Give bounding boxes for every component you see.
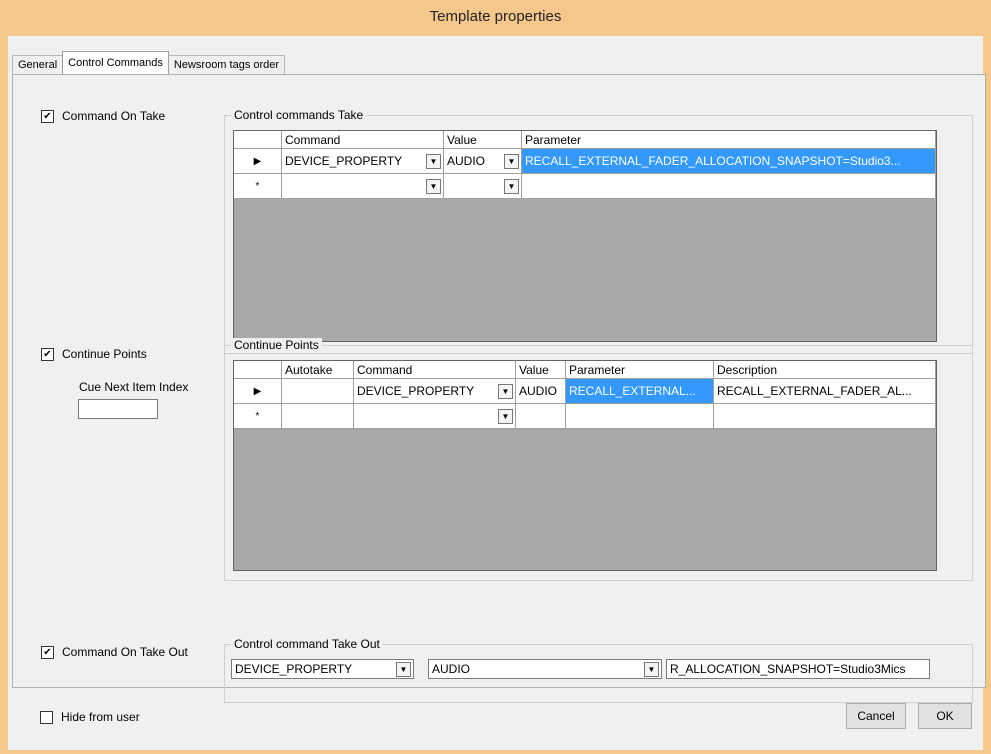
parameter-cell[interactable]	[522, 174, 936, 198]
chevron-down-icon[interactable]: ▼	[426, 153, 441, 169]
hide-from-user-label: Hide from user	[61, 710, 140, 724]
command-cell[interactable]: ▼	[354, 404, 516, 428]
chevron-down-icon[interactable]: ▼	[498, 408, 513, 424]
checkbox-checked-icon: ✔	[41, 347, 54, 361]
grid-header: Autotake Command Value Parameter Descrip…	[234, 361, 936, 379]
cancel-button[interactable]: Cancel	[846, 703, 906, 729]
value-cell[interactable]: ▼	[444, 174, 522, 198]
command-on-take-checkbox[interactable]: ✔ Command On Take	[41, 109, 165, 123]
title-bar[interactable]: Template properties	[0, 0, 991, 37]
window-title: Template properties	[429, 8, 562, 25]
row-header-corner	[234, 131, 282, 148]
command-cell[interactable]: DEVICE_PROPERTY ▼	[282, 149, 444, 173]
checkbox-checked-icon: ✔	[41, 109, 54, 123]
new-row-marker: *	[234, 404, 282, 428]
command-on-take-out-checkbox[interactable]: ✔ Command On Take Out	[41, 645, 188, 659]
parameter-cell[interactable]	[566, 404, 714, 428]
ok-button[interactable]: OK	[918, 703, 972, 729]
table-row[interactable]: ▶ DEVICE_PROPERTY ▼ AUDIO ▼ RECALL_EXTER…	[234, 149, 936, 174]
column-header-value[interactable]: Value	[444, 131, 522, 148]
take-commands-grid[interactable]: Command Value Parameter ▶ DEVICE_PROPERT…	[233, 130, 937, 342]
column-header-autotake[interactable]: Autotake	[282, 361, 354, 378]
column-header-parameter[interactable]: Parameter	[566, 361, 714, 378]
column-header-command[interactable]: Command	[354, 361, 516, 378]
table-row-new[interactable]: * ▼ ▼	[234, 174, 936, 199]
take-out-command-value: DEVICE_PROPERTY	[235, 662, 353, 676]
control-commands-take-group: Control commands Take Command Value Para…	[224, 108, 973, 354]
group-title: Control commands Take	[231, 108, 367, 122]
grid-header: Command Value Parameter	[234, 131, 936, 149]
autotake-cell[interactable]	[282, 379, 354, 403]
cue-next-item-index-input[interactable]	[78, 399, 158, 419]
checkbox-unchecked-icon	[40, 710, 53, 724]
command-cell[interactable]: ▼	[282, 174, 444, 198]
table-row[interactable]: ▶ DEVICE_PROPERTY ▼ AUDIO RECALL_EXTERNA…	[234, 379, 936, 404]
column-header-command[interactable]: Command	[282, 131, 444, 148]
command-on-take-out-label: Command On Take Out	[62, 645, 188, 659]
control-commands-panel: ✔ Command On Take Control commands Take …	[12, 74, 986, 703]
description-cell[interactable]	[714, 404, 936, 428]
window-frame-left	[0, 36, 8, 754]
parameter-cell[interactable]: RECALL_EXTERNAL_FADER_ALLOCATION_SNAPSHO…	[522, 149, 936, 173]
tab-control-commands[interactable]: Control Commands	[62, 51, 169, 74]
command-on-take-label: Command On Take	[62, 109, 166, 123]
chevron-down-icon[interactable]: ▼	[504, 153, 519, 169]
take-out-value-value: AUDIO	[432, 662, 471, 676]
value-cell[interactable]	[516, 404, 566, 428]
continue-points-checkbox[interactable]: ✔ Continue Points	[41, 347, 147, 361]
value-cell[interactable]: AUDIO	[516, 379, 566, 403]
tab-general[interactable]: General	[12, 55, 64, 74]
group-title: Continue Points	[231, 338, 322, 352]
column-header-parameter[interactable]: Parameter	[522, 131, 936, 148]
table-row-new[interactable]: * ▼	[234, 404, 936, 429]
parameter-cell[interactable]: RECALL_EXTERNAL...	[566, 379, 714, 403]
chevron-down-icon[interactable]: ▼	[498, 383, 513, 399]
tab-strip: General Control Commands Newsroom tags o…	[12, 51, 286, 74]
command-value: DEVICE_PROPERTY	[285, 154, 403, 168]
autotake-cell[interactable]	[282, 404, 354, 428]
row-selector-icon[interactable]: ▶	[234, 379, 282, 403]
group-title: Control command Take Out	[231, 637, 383, 651]
new-row-marker: *	[234, 174, 282, 198]
value-value: AUDIO	[447, 154, 486, 168]
row-selector-icon[interactable]: ▶	[234, 149, 282, 173]
chevron-down-icon[interactable]: ▼	[644, 661, 659, 677]
take-out-parameter-input[interactable]: R_ALLOCATION_SNAPSHOT=Studio3Mics	[666, 659, 930, 679]
control-command-take-out-group: Control command Take Out DEVICE_PROPERTY…	[224, 637, 973, 703]
take-out-command-select[interactable]: DEVICE_PROPERTY ▼	[231, 659, 414, 679]
row-header-corner	[234, 361, 282, 378]
dialog-body: General Control Commands Newsroom tags o…	[8, 36, 986, 750]
chevron-down-icon[interactable]: ▼	[504, 178, 519, 194]
column-header-description[interactable]: Description	[714, 361, 936, 378]
description-cell[interactable]: RECALL_EXTERNAL_FADER_AL...	[714, 379, 936, 403]
value-cell[interactable]: AUDIO ▼	[444, 149, 522, 173]
checkbox-checked-icon: ✔	[41, 645, 54, 659]
chevron-down-icon[interactable]: ▼	[396, 661, 411, 677]
command-value: DEVICE_PROPERTY	[357, 384, 475, 398]
take-out-value-select[interactable]: AUDIO ▼	[428, 659, 662, 679]
window-frame-bottom	[0, 750, 991, 754]
chevron-down-icon[interactable]: ▼	[426, 178, 441, 194]
cue-next-item-index-label: Cue Next Item Index	[79, 380, 189, 394]
tab-newsroom-tags-order[interactable]: Newsroom tags order	[167, 55, 286, 74]
continue-points-group: Continue Points Autotake Command Value P…	[224, 338, 973, 581]
column-header-value[interactable]: Value	[516, 361, 566, 378]
continue-points-grid[interactable]: Autotake Command Value Parameter Descrip…	[233, 360, 937, 571]
command-cell[interactable]: DEVICE_PROPERTY ▼	[354, 379, 516, 403]
continue-points-label: Continue Points	[62, 347, 147, 361]
hide-from-user-checkbox[interactable]: Hide from user	[40, 710, 140, 724]
